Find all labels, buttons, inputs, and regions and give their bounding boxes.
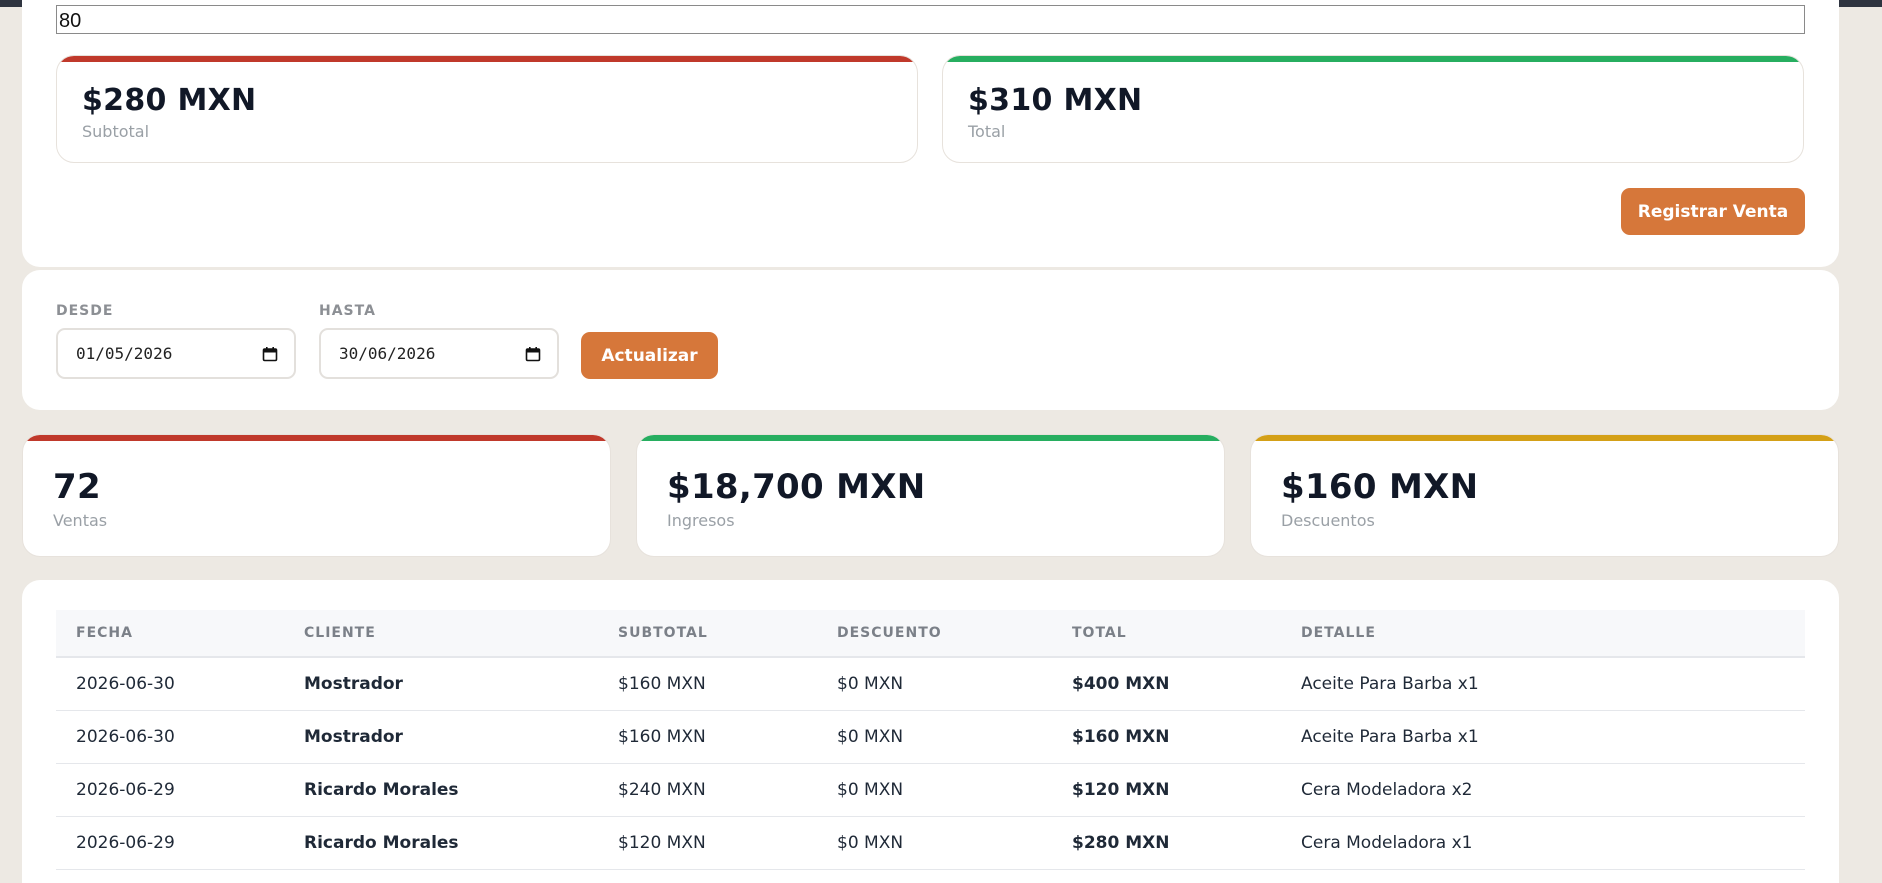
total-label: Total [968, 122, 1006, 141]
sales-table: FECHA CLIENTE SUBTOTAL DESCUENTO TOTAL D… [56, 610, 1805, 870]
income-label: Ingresos [667, 511, 735, 530]
cell-descuento: $0 MXN [817, 816, 1052, 870]
cell-subtotal: $240 MXN [598, 763, 817, 817]
cell-fecha: 2026-06-30 [56, 657, 284, 711]
to-date-value: 30/06/2026 [339, 344, 436, 363]
cell-detalle: Aceite Para Barba x1 [1281, 657, 1805, 711]
table-row: 2026-06-30 Mostrador $160 MXN $0 MXN $40… [56, 657, 1805, 711]
cell-cliente: Mostrador [284, 657, 598, 711]
cell-fecha: 2026-06-29 [56, 816, 284, 870]
table-row: 2026-06-29 Ricardo Morales $240 MXN $0 M… [56, 763, 1805, 817]
table-header-row: FECHA CLIENTE SUBTOTAL DESCUENTO TOTAL D… [56, 610, 1805, 658]
column-header-fecha: FECHA [56, 610, 284, 658]
sales-count-value: 72 [53, 467, 101, 507]
subtotal-label: Subtotal [82, 122, 150, 141]
cell-cliente: Mostrador [284, 710, 598, 764]
column-header-total: TOTAL [1052, 610, 1281, 658]
cell-total: $120 MXN [1052, 763, 1281, 817]
income-value: $18,700 MXN [667, 467, 926, 507]
subtotal-card: $280 MXN Subtotal [56, 55, 918, 163]
income-card: $18,700 MXN Ingresos [636, 434, 1225, 557]
cell-detalle: Aceite Para Barba x1 [1281, 710, 1805, 764]
total-card: $310 MXN Total [942, 55, 1804, 163]
to-date-input[interactable]: 30/06/2026 [319, 328, 559, 379]
cell-total: $160 MXN [1052, 710, 1281, 764]
sales-count-card: 72 Ventas [22, 434, 611, 557]
cell-detalle: Cera Modeladora x1 [1281, 816, 1805, 870]
total-value: $310 MXN [968, 83, 1143, 118]
table-row: 2026-06-29 Ricardo Morales $120 MXN $0 M… [56, 816, 1805, 870]
cell-cliente: Ricardo Morales [284, 763, 598, 817]
cell-descuento: $0 MXN [817, 710, 1052, 764]
cell-detalle: Cera Modeladora x2 [1281, 763, 1805, 817]
table-row: 2026-06-30 Mostrador $160 MXN $0 MXN $16… [56, 710, 1805, 764]
column-header-subtotal: SUBTOTAL [598, 610, 817, 658]
cell-subtotal: $160 MXN [598, 657, 817, 711]
from-date-value: 01/05/2026 [76, 344, 173, 363]
subtotal-value: $280 MXN [82, 83, 257, 118]
column-header-detalle: DETALLE [1281, 610, 1805, 658]
amount-input[interactable]: 80 [56, 5, 1805, 34]
date-filter-card: DESDE 01/05/2026 HASTA 30/06/2026 Actual… [22, 270, 1839, 410]
from-date-label: DESDE [56, 303, 114, 319]
column-header-descuento: DESCUENTO [817, 610, 1052, 658]
cell-fecha: 2026-06-30 [56, 710, 284, 764]
discounts-label: Descuentos [1281, 511, 1375, 530]
cell-total: $400 MXN [1052, 657, 1281, 711]
cell-descuento: $0 MXN [817, 763, 1052, 817]
sales-table-card: FECHA CLIENTE SUBTOTAL DESCUENTO TOTAL D… [22, 580, 1839, 883]
cell-total: $280 MXN [1052, 816, 1281, 870]
cell-descuento: $0 MXN [817, 657, 1052, 711]
from-date-input[interactable]: 01/05/2026 [56, 328, 296, 379]
column-header-cliente: CLIENTE [284, 610, 598, 658]
discounts-card: $160 MXN Descuentos [1250, 434, 1839, 557]
cell-subtotal: $120 MXN [598, 816, 817, 870]
cell-cliente: Ricardo Morales [284, 816, 598, 870]
calendar-icon[interactable] [262, 346, 278, 362]
cell-fecha: 2026-06-29 [56, 763, 284, 817]
cell-subtotal: $160 MXN [598, 710, 817, 764]
to-date-label: HASTA [319, 303, 376, 319]
sales-count-label: Ventas [53, 511, 108, 530]
sale-form-card: 80 $280 MXN Subtotal $310 MXN Total Regi… [22, 0, 1839, 267]
update-button[interactable]: Actualizar [581, 332, 718, 379]
calendar-icon[interactable] [525, 346, 541, 362]
discounts-value: $160 MXN [1281, 467, 1479, 507]
register-sale-button[interactable]: Registrar Venta [1621, 188, 1805, 235]
